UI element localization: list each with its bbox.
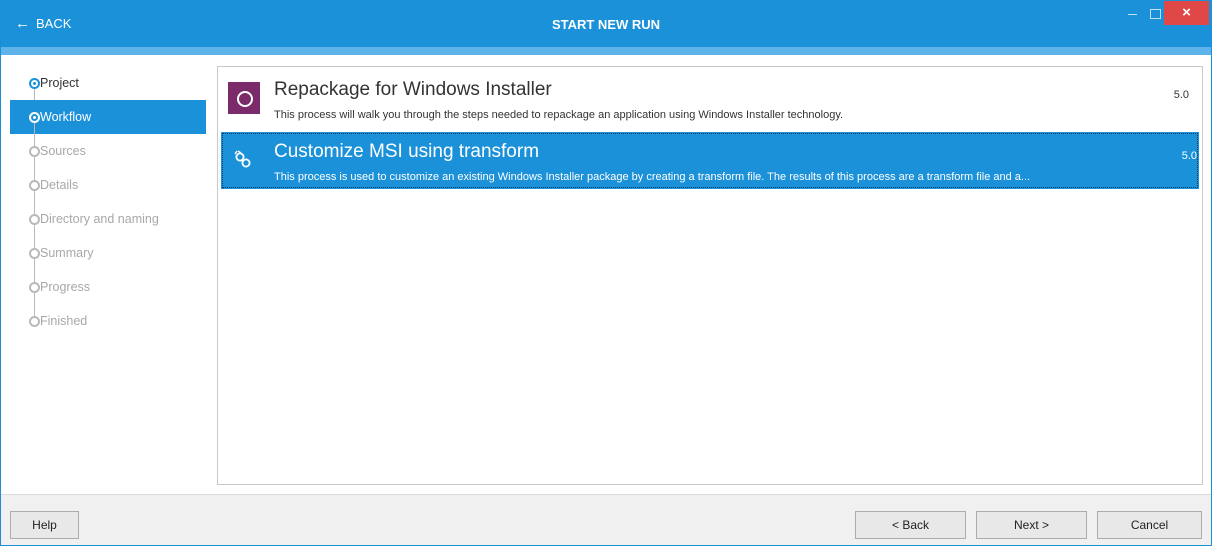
wizard-steps-sidebar: Project Workflow Sources Details Directo… xyxy=(10,66,206,338)
step-progress: Progress xyxy=(10,270,206,316)
workflow-description: This process is used to customize an exi… xyxy=(274,171,1031,183)
workflow-version: 5.0 xyxy=(1173,89,1189,101)
step-marker-icon xyxy=(29,214,40,225)
footer-bar: Help < Back Next > Cancel xyxy=(1,494,1211,545)
back-button[interactable]: < Back xyxy=(855,511,966,539)
help-button[interactable]: Help xyxy=(10,511,79,539)
workflow-version: 5.0 xyxy=(1181,150,1197,162)
workflow-name: Customize MSI using transform xyxy=(274,141,540,162)
step-marker-icon xyxy=(29,282,40,293)
step-workflow[interactable]: Workflow xyxy=(10,100,206,146)
step-sources: Sources xyxy=(10,134,206,180)
start-new-run-window: ← BACK START NEW RUN × Project Workflow … xyxy=(0,0,1212,546)
step-project[interactable]: Project xyxy=(10,66,206,112)
maximize-icon[interactable] xyxy=(1147,7,1163,21)
step-label: Progress xyxy=(40,280,91,294)
step-label: Details xyxy=(40,178,79,192)
workflow-item-repackage[interactable]: Repackage for Windows Installer This pro… xyxy=(221,70,1199,127)
step-marker-icon xyxy=(29,78,40,89)
cancel-button[interactable]: Cancel xyxy=(1097,511,1202,539)
window-title: START NEW RUN xyxy=(551,17,661,32)
close-button[interactable]: × xyxy=(1164,1,1209,25)
title-bar: ← BACK START NEW RUN × xyxy=(1,1,1211,47)
step-label: Sources xyxy=(40,144,86,158)
step-label: Directory and naming xyxy=(40,212,159,226)
transform-icon xyxy=(228,144,260,176)
step-summary: Summary xyxy=(10,236,206,282)
workflow-description: This process will walk you through the s… xyxy=(274,109,844,121)
step-details: Details xyxy=(10,168,206,214)
step-marker-icon xyxy=(29,248,40,259)
workflow-list: Repackage for Windows Installer This pro… xyxy=(217,66,1203,485)
step-label: Finished xyxy=(40,314,88,328)
step-marker-icon xyxy=(29,112,40,123)
next-button[interactable]: Next > xyxy=(976,511,1087,539)
step-directory-and-naming: Directory and naming xyxy=(10,202,206,248)
title-accent-stripe xyxy=(1,47,1211,55)
workflow-name: Repackage for Windows Installer xyxy=(274,79,552,100)
step-label: Project xyxy=(40,76,79,90)
step-marker-icon xyxy=(29,146,40,157)
step-label: Summary xyxy=(40,246,94,260)
step-finished: Finished xyxy=(10,304,206,338)
minimize-icon[interactable] xyxy=(1125,7,1141,21)
step-marker-icon xyxy=(29,316,40,327)
step-marker-icon xyxy=(29,180,40,191)
step-label: Workflow xyxy=(40,110,92,124)
circle-icon xyxy=(228,82,260,114)
workflow-item-customize-msi[interactable]: Customize MSI using transform This proce… xyxy=(221,132,1199,189)
